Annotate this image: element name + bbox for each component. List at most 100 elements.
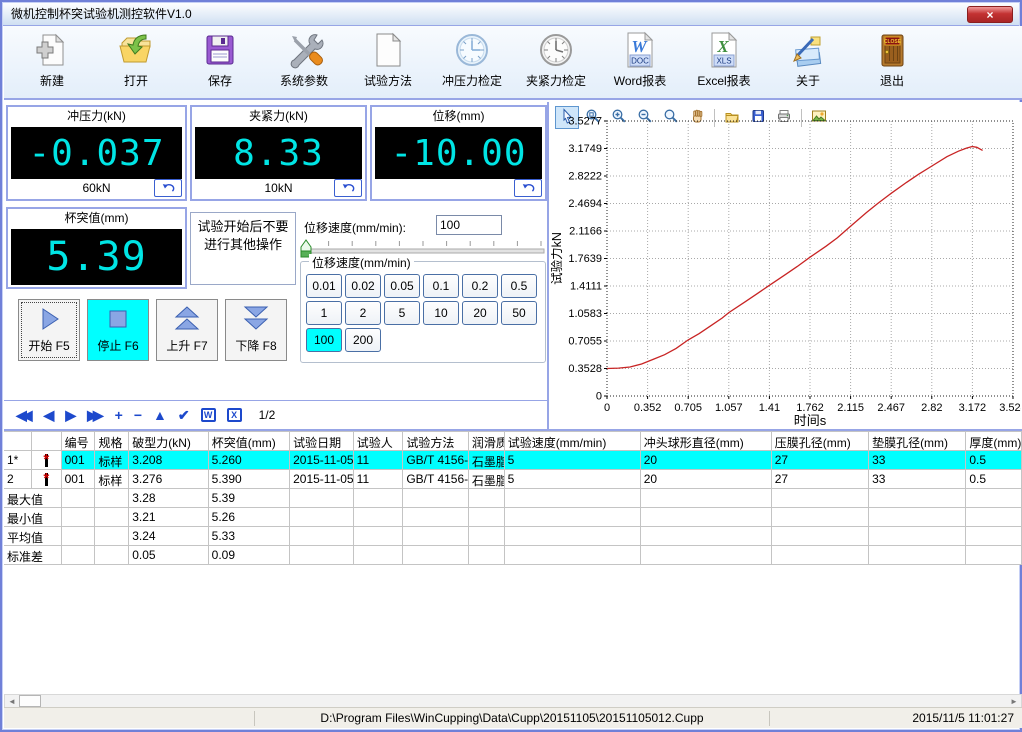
toolbar-button-clamp-force-cal[interactable]: 夹紧力检定 (514, 30, 598, 89)
table-cell[interactable]: 石墨脂 (469, 470, 505, 489)
speed-preset-0.05[interactable]: 0.05 (384, 274, 420, 298)
toolbar-button-punch-force-cal[interactable]: 冲压力检定 (430, 30, 514, 89)
warning-message: 试验开始后不要进行其他操作 (190, 212, 296, 285)
column-header[interactable]: 规格 (95, 431, 129, 451)
nav-last-button[interactable]: ▶▶ (87, 408, 104, 422)
table-cell[interactable]: 2015-11-05 (290, 470, 354, 489)
table-cell[interactable]: 5.260 (209, 451, 290, 470)
up-button[interactable]: 上升 F7 (156, 299, 218, 361)
svg-text:3.172: 3.172 (959, 402, 987, 414)
column-header[interactable]: 试验日期 (290, 431, 354, 451)
down-button[interactable]: 下降 F8 (225, 299, 287, 361)
results-table: 编号规格破型力(kN)杯突值(mm)试验日期试验人试验方法润滑质试验速度(mm/… (4, 431, 1022, 565)
toolbar-button-excel-report[interactable]: XXLSExcel报表 (682, 30, 766, 89)
toolbar-button-new[interactable]: 新建 (10, 30, 94, 89)
speed-preset-0.5[interactable]: 0.5 (501, 274, 537, 298)
column-header[interactable]: 破型力(kN) (129, 431, 208, 451)
toolbar-button-test-method[interactable]: 试验方法 (346, 30, 430, 89)
toolbar-button-exit[interactable]: CLOSE退出 (850, 30, 934, 89)
column-header[interactable]: 试验方法 (403, 431, 469, 451)
close-button[interactable]: × (967, 6, 1013, 23)
speed-preset-50[interactable]: 50 (501, 301, 537, 325)
toolbar-button-save[interactable]: 保存 (178, 30, 262, 89)
table-cell[interactable]: 20 (641, 470, 772, 489)
column-header[interactable]: 垫膜孔径(mm) (869, 431, 966, 451)
punch-force-zero-button[interactable] (154, 179, 182, 197)
nav-edit-button[interactable]: ▲ (153, 408, 167, 422)
table-row[interactable]: 1**001标样3.2085.2602015-11-0511GB/T 4156-… (4, 451, 1022, 470)
nav-word-export-button[interactable]: W (201, 408, 216, 422)
table-cell[interactable]: 0.5 (966, 451, 1022, 470)
table-cell[interactable]: GB/T 4156- (403, 451, 469, 470)
speed-preset-0.1[interactable]: 0.1 (423, 274, 459, 298)
svg-text:1.0583: 1.0583 (568, 308, 602, 320)
column-header[interactable]: 润滑质 (469, 431, 505, 451)
table-cell[interactable]: 001 (62, 470, 96, 489)
table-cell[interactable]: 27 (772, 470, 869, 489)
speed-preset-10[interactable]: 10 (423, 301, 459, 325)
speed-preset-1[interactable]: 1 (306, 301, 342, 325)
scroll-track[interactable] (41, 695, 1007, 707)
column-header[interactable]: 试验速度(mm/min) (505, 431, 641, 451)
speed-preset-5[interactable]: 5 (384, 301, 420, 325)
column-header[interactable]: 试验人 (354, 431, 404, 451)
table-cell[interactable]: 0.5 (966, 470, 1022, 489)
scroll-left-arrow[interactable]: ◄ (5, 695, 19, 707)
speed-preset-0.01[interactable]: 0.01 (306, 274, 342, 298)
speed-preset-20[interactable]: 20 (462, 301, 498, 325)
speed-preset-0.2[interactable]: 0.2 (462, 274, 498, 298)
table-cell[interactable]: 5 (505, 451, 641, 470)
toolbar-button-about[interactable]: 关于 (766, 30, 850, 89)
nav-excel-export-button[interactable]: X (227, 408, 242, 422)
column-header[interactable]: 冲头球形直径(mm) (641, 431, 772, 451)
toolbar-button-system-params[interactable]: 系统参数 (262, 30, 346, 89)
stop-button[interactable]: 停止 F6 (87, 299, 149, 361)
nav-add-button[interactable]: + (115, 408, 123, 422)
table-cell[interactable]: 3.276 (129, 470, 208, 489)
column-header[interactable]: 编号 (62, 431, 96, 451)
table-cell[interactable]: 11 (354, 470, 404, 489)
speed-input[interactable] (436, 215, 502, 235)
speed-preset-2[interactable]: 2 (345, 301, 381, 325)
table-cell[interactable]: 5 (505, 470, 641, 489)
displacement-zero-button[interactable] (514, 179, 542, 197)
column-header[interactable]: 杯突值(mm) (209, 431, 290, 451)
table-cell[interactable]: 33 (869, 470, 966, 489)
nav-delete-button[interactable]: − (134, 408, 142, 422)
nav-prev-button[interactable]: ◀ (44, 408, 55, 422)
column-header[interactable]: 厚度(mm) (966, 431, 1022, 451)
scroll-right-arrow[interactable]: ► (1007, 695, 1021, 707)
up-label: 上升 F7 (166, 337, 207, 354)
column-header[interactable]: 压膜孔径(mm) (772, 431, 869, 451)
table-cell[interactable]: 33 (869, 451, 966, 470)
nav-first-button[interactable]: ◀◀ (16, 408, 33, 422)
slider-track[interactable] (302, 249, 544, 253)
horizontal-scrollbar[interactable]: ◄ ► (4, 694, 1022, 708)
table-cell[interactable]: 11 (354, 451, 404, 470)
toolbar-button-word-report[interactable]: WDOCWord报表 (598, 30, 682, 89)
table-cell[interactable]: 标样 (95, 470, 129, 489)
table-row[interactable]: 2*001标样3.2765.3902015-11-0511GB/T 4156-石… (4, 470, 1022, 489)
table-cell[interactable]: GB/T 4156- (403, 470, 469, 489)
column-header[interactable] (4, 431, 32, 451)
start-button[interactable]: 开始 F5 (18, 299, 80, 361)
scroll-thumb[interactable] (19, 695, 41, 707)
table-cell[interactable]: 5.390 (209, 470, 290, 489)
table-cell[interactable]: 2015-11-05 (290, 451, 354, 470)
table-cell[interactable]: 3.208 (129, 451, 208, 470)
table-cell[interactable]: 石墨脂 (469, 451, 505, 470)
table-cell[interactable]: 标样 (95, 451, 129, 470)
toolbar-label-punch-force-cal: 冲压力检定 (442, 72, 502, 89)
speed-preset-200[interactable]: 200 (345, 328, 381, 352)
nav-next-button[interactable]: ▶ (65, 408, 76, 422)
table-cell[interactable]: 20 (641, 451, 772, 470)
speed-preset-0.02[interactable]: 0.02 (345, 274, 381, 298)
speed-preset-100[interactable]: 100 (306, 328, 342, 352)
curve-marker-icon: * (32, 451, 62, 470)
table-cell[interactable]: 27 (772, 451, 869, 470)
column-header[interactable] (32, 431, 62, 451)
clamp-force-zero-button[interactable] (334, 179, 362, 197)
nav-confirm-button[interactable]: ✔ (178, 408, 190, 422)
table-cell[interactable]: 001 (62, 451, 96, 470)
toolbar-button-open[interactable]: 打开 (94, 30, 178, 89)
